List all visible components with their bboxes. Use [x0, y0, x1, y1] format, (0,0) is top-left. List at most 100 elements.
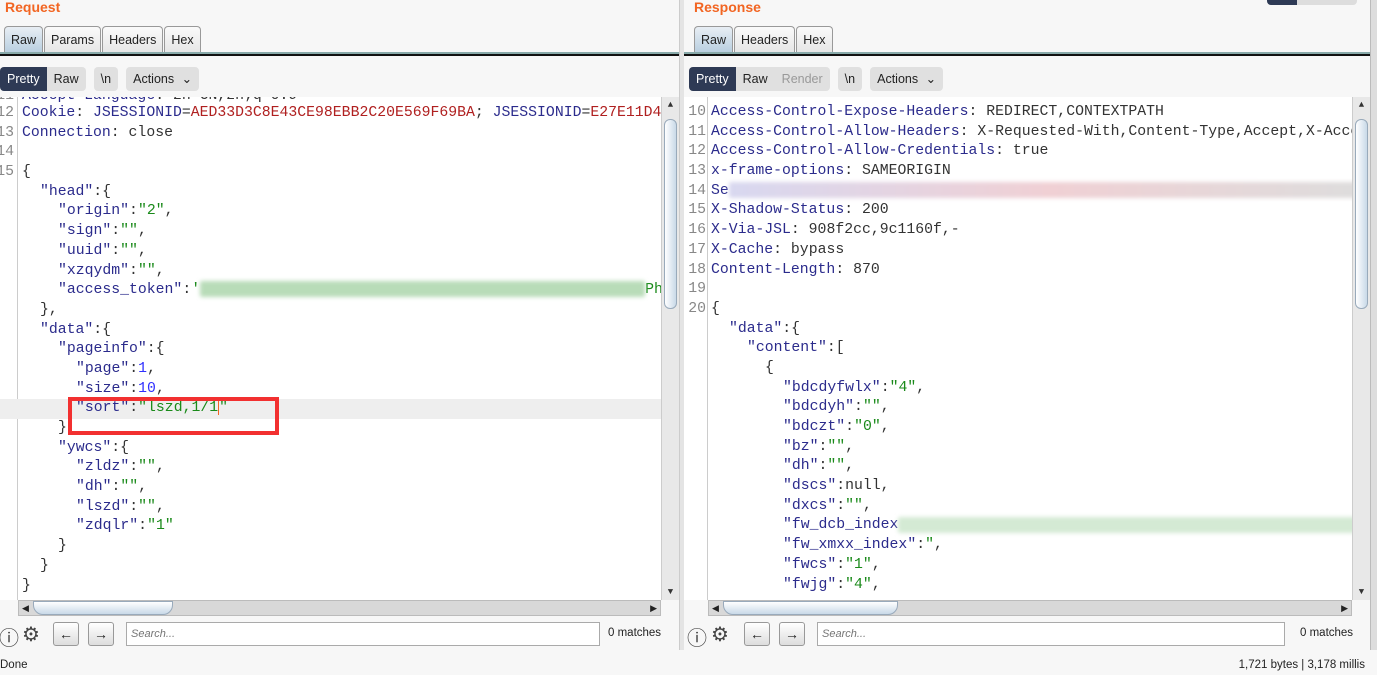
next-match-button[interactable]: →	[779, 622, 805, 646]
request-editor[interactable]: 11 Accept-Language: zh-CN,zh;q=0.9 12 Cooki…	[0, 97, 679, 600]
code-line: "sign":"",	[0, 222, 661, 242]
newline-toggle[interactable]: \n	[93, 67, 119, 91]
scroll-up-icon[interactable]: ▲	[1353, 97, 1370, 113]
request-pane: Request Raw Params Headers Hex Pretty Raw \n…	[0, 0, 679, 650]
actions-button[interactable]: Actions ⌄	[126, 67, 200, 91]
code-token: ""	[120, 242, 138, 259]
view-mode-raw[interactable]: Raw	[47, 67, 86, 91]
vertical-scrollbar[interactable]: ▲ ▼	[1352, 97, 1370, 600]
newline-toggle[interactable]: \n	[837, 67, 863, 91]
vertical-scrollbar[interactable]: ▲ ▼	[661, 97, 679, 600]
code-line: "dxcs":"",	[684, 497, 1352, 517]
line-code: },	[22, 301, 58, 321]
scroll-right-icon[interactable]: ▶	[1341, 601, 1348, 615]
code-token: Connection	[22, 124, 111, 141]
view-mode-pretty[interactable]: Pretty	[0, 67, 47, 91]
search-input[interactable]	[817, 622, 1285, 646]
response-editor[interactable]: 10 Access-Control-Expose-Headers: REDIREC…	[684, 97, 1370, 600]
code-line: "zldz":"",	[0, 458, 661, 478]
line-code: {	[22, 163, 31, 183]
tab-hex[interactable]: Hex	[796, 26, 833, 52]
search-input[interactable]	[126, 622, 600, 646]
help-icon[interactable]: ⓘ	[687, 622, 707, 651]
line-code: "access_token":' Phs	[22, 281, 672, 301]
view-mode-render[interactable]: Render	[775, 67, 830, 91]
previous-match-button[interactable]: ←	[744, 622, 770, 646]
code-token: :	[111, 242, 121, 259]
code-line: "pageinfo":{	[0, 340, 661, 360]
gear-icon[interactable]: ⚙	[711, 622, 729, 647]
tab-raw[interactable]: Raw	[4, 26, 44, 52]
code-line: 13 Connection: close	[0, 124, 661, 144]
tab-headers[interactable]: Headers	[734, 26, 796, 52]
code-token: X-Via-JSL	[711, 222, 791, 239]
code-token: Access-Control-Allow-Credentials	[711, 143, 996, 160]
code-token: :	[836, 576, 846, 593]
horizontal-scrollbar[interactable]: ◀ ▶	[708, 600, 1352, 616]
code-token: :	[75, 105, 94, 121]
code-line: "zdqlr":"1"	[0, 517, 661, 537]
gear-icon[interactable]: ⚙	[22, 622, 40, 647]
code-token: :	[880, 379, 890, 396]
line-code: "dxcs":"",	[711, 497, 872, 517]
code-token: ,	[862, 497, 872, 514]
scroll-thumb[interactable]	[1355, 119, 1368, 309]
scroll-right-icon[interactable]: ▶	[650, 601, 657, 615]
code-token: : close	[110, 124, 173, 141]
line-code: }	[22, 577, 31, 597]
line-code: "bdczt":"0",	[711, 418, 890, 438]
code-token: : zh-CN,zh;q=0.9	[155, 97, 297, 104]
code-token: :	[182, 282, 192, 299]
view-mode-raw[interactable]: Raw	[736, 67, 775, 91]
tab-params[interactable]: Params	[44, 26, 102, 52]
code-line: 11 Access-Control-Allow-Headers: X-Reques…	[684, 123, 1368, 143]
code-token: 10	[138, 380, 156, 397]
code-line: 15 X-Shadow-Status: 200	[684, 201, 1352, 221]
code-token: : bypass	[773, 241, 845, 258]
code-lines: 10 Access-Control-Expose-Headers: REDIREC…	[684, 103, 1370, 596]
line-code: "bdcdyh":"",	[711, 398, 890, 418]
line-code: "data":{	[22, 321, 111, 341]
scroll-left-icon[interactable]: ◀	[22, 601, 29, 615]
code-line: "fwjg":"4",	[684, 576, 1352, 596]
actions-label: Actions	[877, 72, 919, 86]
tab-raw[interactable]: Raw	[694, 26, 734, 52]
code-token: Content-Length	[711, 261, 836, 278]
response-search-bar: ⓘ ⚙ ← → 0 matches	[684, 620, 1370, 651]
view-mode-pretty[interactable]: Pretty	[689, 67, 736, 91]
code-line: "content":[	[684, 339, 1352, 359]
next-match-button[interactable]: →	[88, 622, 114, 646]
scroll-thumb[interactable]	[33, 601, 173, 615]
code-token: "fw_dcb_index	[783, 517, 899, 534]
code-token: JSESSIONID	[492, 105, 582, 121]
help-icon[interactable]: ⓘ	[0, 622, 19, 651]
match-count: 0 matches	[608, 627, 662, 639]
code-token: "head"	[40, 183, 94, 200]
actions-button[interactable]: Actions ⌄	[870, 67, 944, 91]
code-line: 13 x-frame-options: SAMEORIGIN	[684, 162, 1352, 182]
line-number: 10	[688, 104, 706, 120]
code-token: : 200	[844, 202, 889, 219]
tab-headers[interactable]: Headers	[102, 26, 164, 52]
scroll-down-icon[interactable]: ▼	[1353, 584, 1370, 600]
code-token: "data"	[729, 320, 783, 337]
previous-match-button[interactable]: ←	[53, 622, 79, 646]
line-code: "head":{	[22, 183, 111, 203]
code-line: "fw_dcb_index",	[684, 516, 1370, 536]
tab-hex[interactable]: Hex	[164, 26, 201, 52]
horizontal-scrollbar[interactable]: ◀ ▶	[18, 600, 661, 616]
scroll-left-icon[interactable]: ◀	[712, 601, 719, 615]
scroll-up-icon[interactable]: ▲	[662, 97, 679, 113]
line-code: Se	[711, 181, 1369, 202]
code-line: 20 {	[684, 300, 1352, 320]
scroll-down-icon[interactable]: ▼	[662, 584, 679, 600]
code-token: :	[854, 399, 863, 416]
code-token: "size"	[76, 380, 130, 397]
scroll-thumb[interactable]	[723, 601, 898, 615]
line-code: "sign":"",	[22, 222, 147, 242]
window-scrollbar[interactable]	[1370, 0, 1377, 650]
scroll-thumb[interactable]	[664, 119, 677, 309]
code-token: Access-Control-Allow-Headers	[711, 123, 960, 140]
line-code: {	[711, 359, 774, 379]
code-line: 11 Accept-Language: zh-CN,zh;q=0.9	[0, 97, 661, 104]
